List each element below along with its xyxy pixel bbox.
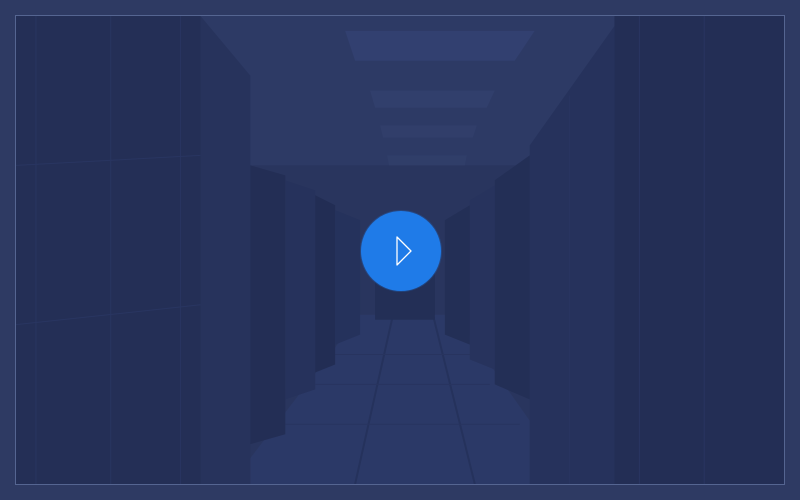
video-player	[0, 0, 800, 500]
video-poster[interactable]	[15, 15, 785, 485]
play-icon	[396, 236, 412, 266]
play-button[interactable]	[361, 211, 441, 291]
